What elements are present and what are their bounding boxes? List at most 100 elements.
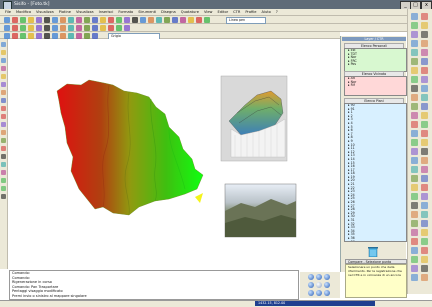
modify-tool-icon[interactable]	[411, 184, 418, 191]
layer-list-item[interactable]: ▸ 37	[348, 240, 406, 241]
draw-tool-icon[interactable]	[1, 146, 6, 151]
toolbar-tool-icon[interactable]	[76, 17, 82, 23]
modify-tool-icon[interactable]	[411, 13, 418, 20]
toolbar-tool-icon[interactable]	[108, 17, 114, 23]
draw-tool-icon[interactable]	[1, 114, 6, 119]
draw-tool-icon[interactable]	[1, 74, 6, 79]
modify-tool-icon[interactable]	[411, 22, 418, 29]
modify-tool-icon[interactable]	[421, 184, 428, 191]
draw-tool-icon[interactable]	[1, 82, 6, 87]
menu-item[interactable]: Visualizza	[36, 10, 54, 14]
modify-tool-icon[interactable]	[411, 148, 418, 155]
menu-item[interactable]: Strumenti	[138, 10, 156, 14]
modify-tool-icon[interactable]	[421, 130, 428, 137]
draw-tool-icon[interactable]	[1, 122, 6, 127]
toolbar-tool-icon[interactable]	[84, 17, 90, 23]
modify-tool-icon[interactable]	[421, 94, 428, 101]
modify-tool-icon[interactable]	[411, 112, 418, 119]
toolbar-tool-icon[interactable]	[108, 25, 114, 31]
modify-tool-icon[interactable]	[411, 49, 418, 56]
toolbar-tool-icon[interactable]	[204, 17, 210, 23]
layer-list-item[interactable]: ▸ Pos	[348, 63, 406, 67]
menu-item[interactable]: Aiuto	[262, 10, 271, 14]
modify-tool-icon[interactable]	[411, 220, 418, 227]
modify-tool-icon[interactable]	[411, 202, 418, 209]
modify-tool-icon[interactable]	[421, 256, 428, 263]
toolbar-tool-icon[interactable]	[124, 25, 130, 31]
modify-tool-icon[interactable]	[421, 148, 428, 155]
draw-tool-icon[interactable]	[1, 90, 6, 95]
draw-tool-icon[interactable]	[1, 42, 6, 47]
modify-tool-icon[interactable]	[421, 22, 428, 29]
toolbar-tool-icon[interactable]	[52, 17, 58, 23]
modify-tool-icon[interactable]	[421, 202, 428, 209]
toolbar-tool-icon[interactable]	[116, 17, 122, 23]
modify-tool-icon[interactable]	[421, 103, 428, 110]
modify-tool-icon[interactable]	[421, 175, 428, 182]
modify-tool-icon[interactable]	[421, 265, 428, 272]
toolbar-tool-icon[interactable]	[28, 17, 34, 23]
layer-list-item[interactable]: ▸ Rif	[348, 84, 406, 88]
nav-extent-icon[interactable]	[308, 290, 314, 296]
modify-tool-icon[interactable]	[421, 274, 428, 281]
toolbar-tool-icon[interactable]	[44, 17, 50, 23]
toolbar-tool-icon[interactable]	[196, 17, 202, 23]
modify-tool-icon[interactable]	[411, 175, 418, 182]
toolbar-tool-icon[interactable]	[36, 17, 42, 23]
modify-tool-icon[interactable]	[411, 274, 418, 281]
modify-tool-icon[interactable]	[411, 139, 418, 146]
modify-tool-icon[interactable]	[411, 211, 418, 218]
modify-tool-icon[interactable]	[411, 247, 418, 254]
menu-item[interactable]: View	[204, 10, 213, 14]
toolbar-tool-icon[interactable]	[116, 25, 122, 31]
menu-item[interactable]: Profile	[245, 10, 256, 14]
toolbar-tool-icon[interactable]	[44, 25, 50, 31]
toolbar-tool-icon[interactable]	[164, 17, 170, 23]
draw-tool-icon[interactable]	[1, 186, 6, 191]
modify-tool-icon[interactable]	[421, 238, 428, 245]
recycle-bin-icon[interactable]	[368, 246, 378, 258]
modify-tool-icon[interactable]	[421, 112, 428, 119]
toolbar-tool-icon[interactable]	[84, 25, 90, 31]
draw-tool-icon[interactable]	[1, 138, 6, 143]
toolbar-tool-icon[interactable]	[20, 25, 26, 31]
menu-item[interactable]: ?	[276, 10, 278, 14]
modify-tool-icon[interactable]	[411, 31, 418, 38]
toolbar-tool-icon[interactable]	[52, 25, 58, 31]
nav-left-icon[interactable]	[308, 282, 314, 288]
menu-item[interactable]: Visualizza	[76, 10, 94, 14]
menu-item[interactable]: File	[5, 10, 11, 14]
menu-item[interactable]: Piatine	[59, 10, 71, 14]
modify-tool-icon[interactable]	[421, 211, 428, 218]
nav-down-icon[interactable]	[316, 290, 322, 296]
draw-tool-icon[interactable]	[1, 50, 6, 55]
modify-tool-icon[interactable]	[411, 229, 418, 236]
toolbar-tool-icon[interactable]	[76, 25, 82, 31]
toolbar-tool-icon[interactable]	[188, 17, 194, 23]
nav-zoom-in-icon[interactable]	[308, 274, 314, 280]
section-personali-list[interactable]: ▸ Est ▸ TDT ▸ Nor ▸ FRC ▸ Pos	[344, 48, 407, 72]
command-window[interactable]: Comando: Comando: Rigenerazione in corso Co…	[9, 270, 299, 300]
section-piani-list[interactable]: ▸ 90 ▸ 91 ▸ 1 ▸ 2 ▸ 3 ▸ 4 ▸ 5 ▸ 6 ▸ 7 ▸ 8 ▸ 9 ▸ 10 ▸…	[344, 103, 407, 242]
menu-item[interactable]: Formato	[118, 10, 133, 14]
toolbar-tool-icon[interactable]	[148, 17, 154, 23]
modify-tool-icon[interactable]	[411, 103, 418, 110]
toolbar-tool-icon[interactable]	[4, 25, 10, 31]
toolbar-tool-icon[interactable]	[4, 17, 10, 23]
modify-tool-icon[interactable]	[421, 67, 428, 74]
toolbar-tool-icon[interactable]	[180, 17, 186, 23]
modify-tool-icon[interactable]	[411, 166, 418, 173]
draw-tool-icon[interactable]	[1, 178, 6, 183]
modify-tool-icon[interactable]	[421, 247, 428, 254]
modify-tool-icon[interactable]	[421, 220, 428, 227]
modify-tool-icon[interactable]	[411, 76, 418, 83]
modify-tool-icon[interactable]	[421, 139, 428, 146]
nav-window-icon[interactable]	[324, 290, 330, 296]
modify-tool-icon[interactable]	[411, 157, 418, 164]
draw-tool-icon[interactable]	[1, 170, 6, 175]
toolbar-tool-icon[interactable]	[124, 17, 130, 23]
toolbar-tool-icon[interactable]	[28, 25, 34, 31]
section-vicinato-list[interactable]: ▸ Alt ▸ Nor ▸ Rif	[344, 76, 407, 96]
draw-tool-icon[interactable]	[1, 162, 6, 167]
nav-zoom-out-icon[interactable]	[324, 274, 330, 280]
